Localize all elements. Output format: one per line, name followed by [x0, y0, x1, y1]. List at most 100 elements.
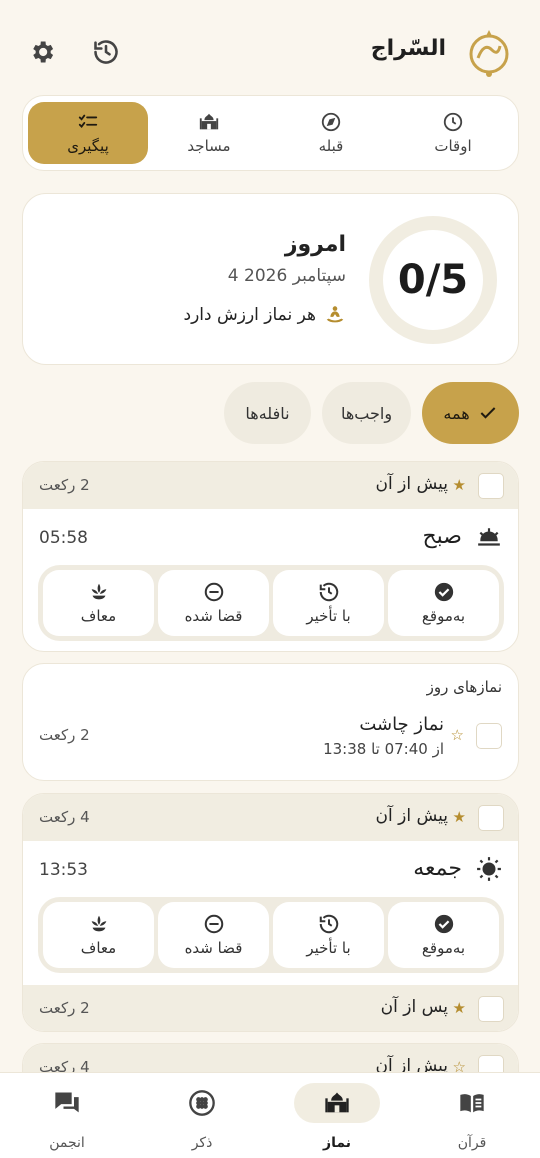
- sun-icon: [477, 857, 501, 881]
- clock-icon: [443, 112, 463, 132]
- nav-label: قرآن: [457, 1135, 487, 1151]
- check-circle-icon: [434, 582, 453, 602]
- tab-qibla[interactable]: قبله: [271, 102, 391, 164]
- nav-community[interactable]: انجمن: [24, 1083, 110, 1153]
- sunnah-label: پیش از آن: [375, 806, 448, 826]
- motto-text: هر نماز ارزش دارد: [183, 305, 316, 325]
- minus-circle-icon: [204, 582, 223, 602]
- sunnah-checkbox[interactable]: [478, 805, 504, 831]
- nav-quran[interactable]: قرآن: [429, 1083, 515, 1153]
- prayer-name: صبح: [422, 524, 462, 549]
- status-selector: به‌موقع با تأخیر قضا شده معاف: [38, 897, 504, 973]
- app-header: السّراج: [0, 0, 540, 96]
- prayer-time: 13:53: [39, 860, 88, 880]
- sunnah-label: پس از آن: [380, 997, 448, 1017]
- today-summary-card: 0/5 امروز 4 سپتامبر 2026 هر نماز ارزش دا…: [22, 193, 519, 365]
- duha-time-range: از 07:40 تا 13:38: [323, 740, 444, 758]
- chip-label: همه: [443, 403, 470, 423]
- status-label: معاف: [80, 607, 117, 625]
- rakat-count: 2 رکعت: [39, 999, 90, 1017]
- status-excused-button[interactable]: معاف: [43, 902, 154, 968]
- checklist-icon: [78, 114, 98, 128]
- status-late-button[interactable]: با تأخیر: [273, 902, 384, 968]
- filter-all[interactable]: همه: [422, 382, 519, 444]
- prayer-name: جمعه: [413, 856, 462, 881]
- star-filled-icon: ★: [452, 476, 466, 494]
- tab-label: پیگیری: [67, 137, 109, 155]
- filter-obligatory[interactable]: واجب‌ها: [322, 382, 411, 444]
- star-outline-icon: ☆: [450, 726, 464, 744]
- compass-icon: [321, 112, 341, 132]
- chip-label: واجب‌ها: [340, 403, 393, 423]
- tab-times[interactable]: اوقات: [393, 102, 513, 164]
- filter-voluntary[interactable]: نافله‌ها: [224, 382, 311, 444]
- duha-checkbox[interactable]: [476, 723, 502, 749]
- tab-mosques[interactable]: مساجد: [149, 102, 269, 164]
- status-label: با تأخیر: [306, 607, 351, 625]
- tab-label: مساجد: [187, 137, 231, 155]
- rakat-count: 2 رکعت: [39, 726, 90, 744]
- star-filled-icon: ★: [452, 999, 466, 1017]
- status-selector: به‌موقع با تأخیر قضا شده معاف: [38, 565, 504, 641]
- status-label: به‌موقع: [421, 939, 466, 957]
- nav-label: نماز: [323, 1135, 351, 1151]
- status-label: معاف: [80, 939, 117, 957]
- tasbih-icon: [189, 1090, 215, 1116]
- sunnah-checkbox[interactable]: [478, 473, 504, 499]
- sunnah-before-row: ★ پیش از آن 2 رکعت: [23, 462, 518, 509]
- chat-icon: [55, 1092, 79, 1113]
- today-date: 4 سپتامبر 2026: [227, 266, 346, 286]
- daily-prayers-card: نمازهای روز ☆ نماز چاشت از 07:40 تا 13:3…: [22, 663, 519, 781]
- sunrise-icon: [478, 528, 500, 546]
- rakat-count: 2 رکعت: [39, 476, 90, 494]
- nav-prayer[interactable]: نماز: [294, 1083, 380, 1153]
- section-tabs: اوقات قبله مساجد پیگیری: [22, 95, 519, 171]
- lotus-icon: [91, 915, 106, 932]
- status-missed-button[interactable]: قضا شده: [158, 902, 269, 968]
- status-label: قضا شده: [184, 939, 243, 957]
- today-motto: هر نماز ارزش دارد: [184, 304, 346, 326]
- gear-icon[interactable]: [26, 36, 58, 68]
- progress-ring: 0/5: [369, 216, 497, 344]
- app-title: السّراج: [370, 36, 446, 61]
- app-logo: [464, 24, 514, 80]
- status-missed-button[interactable]: قضا شده: [158, 570, 269, 636]
- star-filled-icon: ★: [452, 808, 466, 826]
- status-label: با تأخیر: [306, 939, 351, 957]
- chip-label: نافله‌ها: [245, 403, 290, 423]
- sunnah-checkbox[interactable]: [478, 996, 504, 1022]
- today-title: امروز: [284, 232, 346, 257]
- status-on-time-button[interactable]: به‌موقع: [388, 902, 499, 968]
- nav-label: ذکر: [191, 1135, 213, 1151]
- tab-label: اوقات: [434, 137, 472, 155]
- status-on-time-button[interactable]: به‌موقع: [388, 570, 499, 636]
- status-label: قضا شده: [184, 607, 243, 625]
- prayer-time: 05:58: [39, 528, 88, 548]
- nav-dhikr[interactable]: ذکر: [159, 1083, 245, 1153]
- history-icon[interactable]: [90, 36, 122, 68]
- status-late-button[interactable]: با تأخیر: [273, 570, 384, 636]
- status-excused-button[interactable]: معاف: [43, 570, 154, 636]
- prayer-block-fajr: ★ پیش از آن 2 رکعت صبح 05:58 به‌موقع با …: [22, 461, 519, 652]
- nav-label: انجمن: [49, 1135, 85, 1151]
- praying-person-icon: [326, 306, 344, 323]
- mosque-icon: [325, 1092, 349, 1113]
- rakat-count: 4 رکعت: [39, 808, 90, 826]
- check-icon: [480, 407, 495, 419]
- tab-tracking[interactable]: پیگیری: [28, 102, 148, 164]
- history-icon: [319, 582, 338, 602]
- bottom-navigation: قرآن نماز ذکر انجمن: [0, 1072, 540, 1158]
- minus-circle-icon: [204, 914, 223, 934]
- status-label: به‌موقع: [421, 607, 466, 625]
- sunnah-after-row: ★ پس از آن 2 رکعت: [23, 985, 518, 1031]
- book-icon: [460, 1094, 484, 1113]
- history-icon: [319, 914, 338, 934]
- sunnah-before-row: ★ پیش از آن 4 رکعت: [23, 794, 518, 841]
- duha-name: نماز چاشت: [359, 714, 444, 735]
- sunnah-label: پیش از آن: [375, 474, 448, 494]
- prayer-block-jumuah: ★ پیش از آن 4 رکعت جمعه 13:53 به‌موقع با…: [22, 793, 519, 1032]
- lotus-icon: [91, 583, 106, 600]
- check-circle-icon: [434, 914, 453, 934]
- mosque-icon: [199, 113, 219, 130]
- tab-label: قبله: [318, 137, 344, 155]
